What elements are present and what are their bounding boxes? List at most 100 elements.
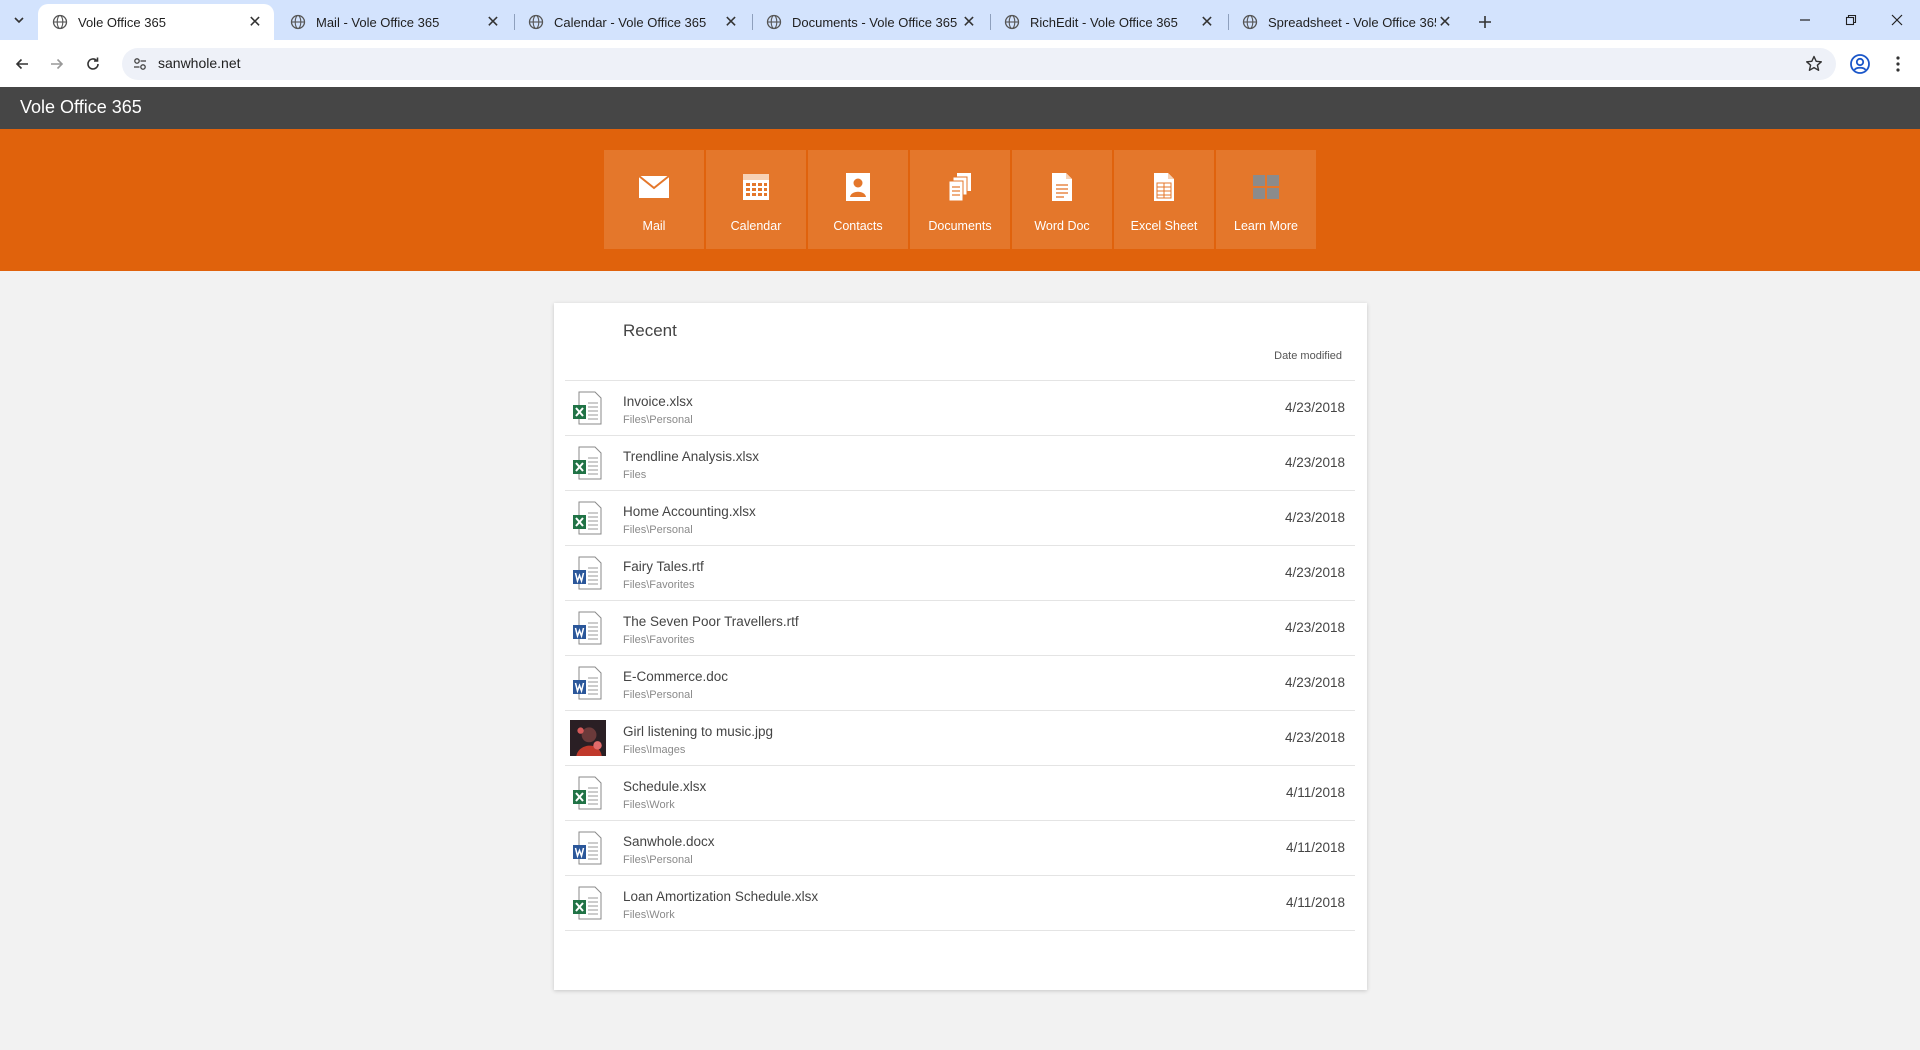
contacts-icon	[846, 173, 870, 201]
tile-word-doc[interactable]: Word Doc	[1012, 150, 1112, 249]
launcher-tiles: Mail Calendar Contacts Documents Word Do…	[604, 150, 1316, 249]
globe-icon	[528, 14, 544, 30]
app-title[interactable]: Vole Office 365	[20, 97, 142, 118]
file-path: Files\Work	[623, 799, 675, 811]
word-doc-icon	[1052, 173, 1072, 201]
reload-button[interactable]	[79, 50, 107, 78]
file-date: 4/23/2018	[1284, 455, 1345, 470]
tab-title: Spreadsheet - Vole Office 365	[1268, 14, 1436, 30]
url-text[interactable]: sanwhole.net	[158, 55, 241, 71]
file-path: Files\Work	[623, 909, 675, 921]
forward-button[interactable]	[43, 50, 71, 78]
back-button[interactable]	[8, 50, 36, 78]
file-row[interactable]: Invoice.xlsx Files\Personal 4/23/2018	[565, 381, 1355, 436]
close-tab-icon[interactable]: ✕	[1436, 13, 1454, 31]
word-file-icon	[573, 666, 602, 700]
file-date: 4/23/2018	[1284, 730, 1345, 745]
file-date: 4/23/2018	[1284, 565, 1345, 580]
tile-label: Excel Sheet	[1130, 219, 1198, 233]
address-bar[interactable]: sanwhole.net	[122, 48, 1836, 80]
file-date: 4/23/2018	[1284, 620, 1345, 635]
globe-icon	[290, 14, 306, 30]
file-date: 4/23/2018	[1284, 400, 1345, 415]
file-name[interactable]: Schedule.xlsx	[623, 779, 706, 794]
file-path: Files\Personal	[623, 689, 693, 701]
globe-icon	[1004, 14, 1020, 30]
close-tab-icon[interactable]: ✕	[960, 13, 978, 31]
minimize-button[interactable]	[1782, 0, 1828, 40]
tab-title: Calendar - Vole Office 365	[554, 14, 707, 30]
file-path: Files	[623, 469, 647, 481]
profile-icon[interactable]	[1848, 52, 1872, 76]
file-row[interactable]: Loan Amortization Schedule.xlsx Files\Wo…	[565, 876, 1355, 931]
calendar-icon	[743, 174, 769, 200]
file-date: 4/11/2018	[1285, 840, 1345, 855]
file-name[interactable]: Girl listening to music.jpg	[623, 724, 773, 739]
file-path: Files\Images	[623, 744, 686, 756]
tab-title: Mail - Vole Office 365	[316, 14, 440, 30]
tile-excel-sheet[interactable]: Excel Sheet	[1114, 150, 1214, 249]
new-tab-button[interactable]	[1471, 8, 1499, 36]
file-date: 4/11/2018	[1285, 895, 1345, 910]
file-row[interactable]: Trendline Analysis.xlsx Files 4/23/2018	[565, 436, 1355, 491]
tile-learn-more[interactable]: Learn More	[1216, 150, 1316, 249]
tab-search-button[interactable]	[6, 7, 32, 33]
file-name[interactable]: Sanwhole.docx	[623, 834, 715, 849]
file-row[interactable]: Schedule.xlsx Files\Work 4/11/2018	[565, 766, 1355, 821]
file-name[interactable]: Loan Amortization Schedule.xlsx	[623, 889, 818, 904]
tile-calendar[interactable]: Calendar	[706, 150, 806, 249]
documents-icon	[948, 173, 971, 202]
word-file-icon	[573, 556, 602, 590]
word-file-icon	[573, 831, 602, 865]
browser-tab[interactable]: Mail - Vole Office 365 ✕	[276, 4, 512, 40]
browser-tab[interactable]: Documents - Vole Office 365 ✕	[752, 4, 988, 40]
site-settings-icon[interactable]	[132, 56, 148, 72]
word-file-icon	[573, 611, 602, 645]
browser-tab[interactable]: Vole Office 365 ✕	[38, 4, 274, 40]
tile-contacts[interactable]: Contacts	[808, 150, 908, 249]
file-name[interactable]: The Seven Poor Travellers.rtf	[623, 614, 799, 629]
browser-toolbar: sanwhole.net	[0, 40, 1920, 87]
mail-icon	[638, 175, 670, 198]
tile-label: Documents	[928, 219, 992, 233]
file-name[interactable]: Fairy Tales.rtf	[623, 559, 704, 574]
file-path: Files\Personal	[623, 854, 693, 866]
excel-file-icon	[573, 776, 602, 810]
image-thumbnail-icon	[570, 720, 606, 756]
tab-title: Documents - Vole Office 365	[792, 14, 958, 30]
file-name[interactable]: Trendline Analysis.xlsx	[623, 449, 759, 464]
excel-file-icon	[573, 886, 602, 920]
plus-icon	[1479, 16, 1491, 28]
browser-tab[interactable]: Calendar - Vole Office 365 ✕	[514, 4, 750, 40]
file-name[interactable]: E-Commerce.doc	[623, 669, 728, 684]
browser-tab[interactable]: Spreadsheet - Vole Office 365 ✕	[1228, 4, 1464, 40]
close-tab-icon[interactable]: ✕	[246, 13, 264, 31]
date-modified-column-header[interactable]: Date modified	[1274, 350, 1342, 362]
file-name[interactable]: Home Accounting.xlsx	[623, 504, 756, 519]
tile-label: Word Doc	[1034, 219, 1090, 233]
tile-mail[interactable]: Mail	[604, 150, 704, 249]
tile-documents[interactable]: Documents	[910, 150, 1010, 249]
close-tab-icon[interactable]: ✕	[484, 13, 502, 31]
file-row[interactable]: E-Commerce.doc Files\Personal 4/23/2018	[565, 656, 1355, 711]
file-row[interactable]: Girl listening to music.jpg Files\Images…	[565, 711, 1355, 766]
globe-icon	[1242, 14, 1258, 30]
recent-files-panel: Recent Date modified Invoice.xlsx Files\…	[554, 303, 1367, 990]
file-row[interactable]: Fairy Tales.rtf Files\Favorites 4/23/201…	[565, 546, 1355, 601]
file-row[interactable]: Home Accounting.xlsx Files\Personal 4/23…	[565, 491, 1355, 546]
browser-tab[interactable]: RichEdit - Vole Office 365 ✕	[990, 4, 1226, 40]
file-row[interactable]: Sanwhole.docx Files\Personal 4/11/2018	[565, 821, 1355, 876]
file-name[interactable]: Invoice.xlsx	[623, 394, 693, 409]
file-path: Files\Favorites	[623, 634, 695, 646]
close-window-button[interactable]	[1874, 0, 1920, 40]
file-row[interactable]: The Seven Poor Travellers.rtf Files\Favo…	[565, 601, 1355, 656]
arrow-right-icon	[51, 58, 64, 70]
recent-files-list: Invoice.xlsx Files\Personal 4/23/2018 Tr…	[565, 380, 1355, 931]
tile-label: Learn More	[1234, 219, 1298, 233]
file-date: 4/23/2018	[1284, 675, 1345, 690]
close-tab-icon[interactable]: ✕	[722, 13, 740, 31]
bookmark-star-icon[interactable]	[1804, 54, 1824, 74]
close-tab-icon[interactable]: ✕	[1198, 13, 1216, 31]
restore-button[interactable]	[1828, 0, 1874, 40]
browser-menu-button[interactable]	[1886, 52, 1910, 76]
